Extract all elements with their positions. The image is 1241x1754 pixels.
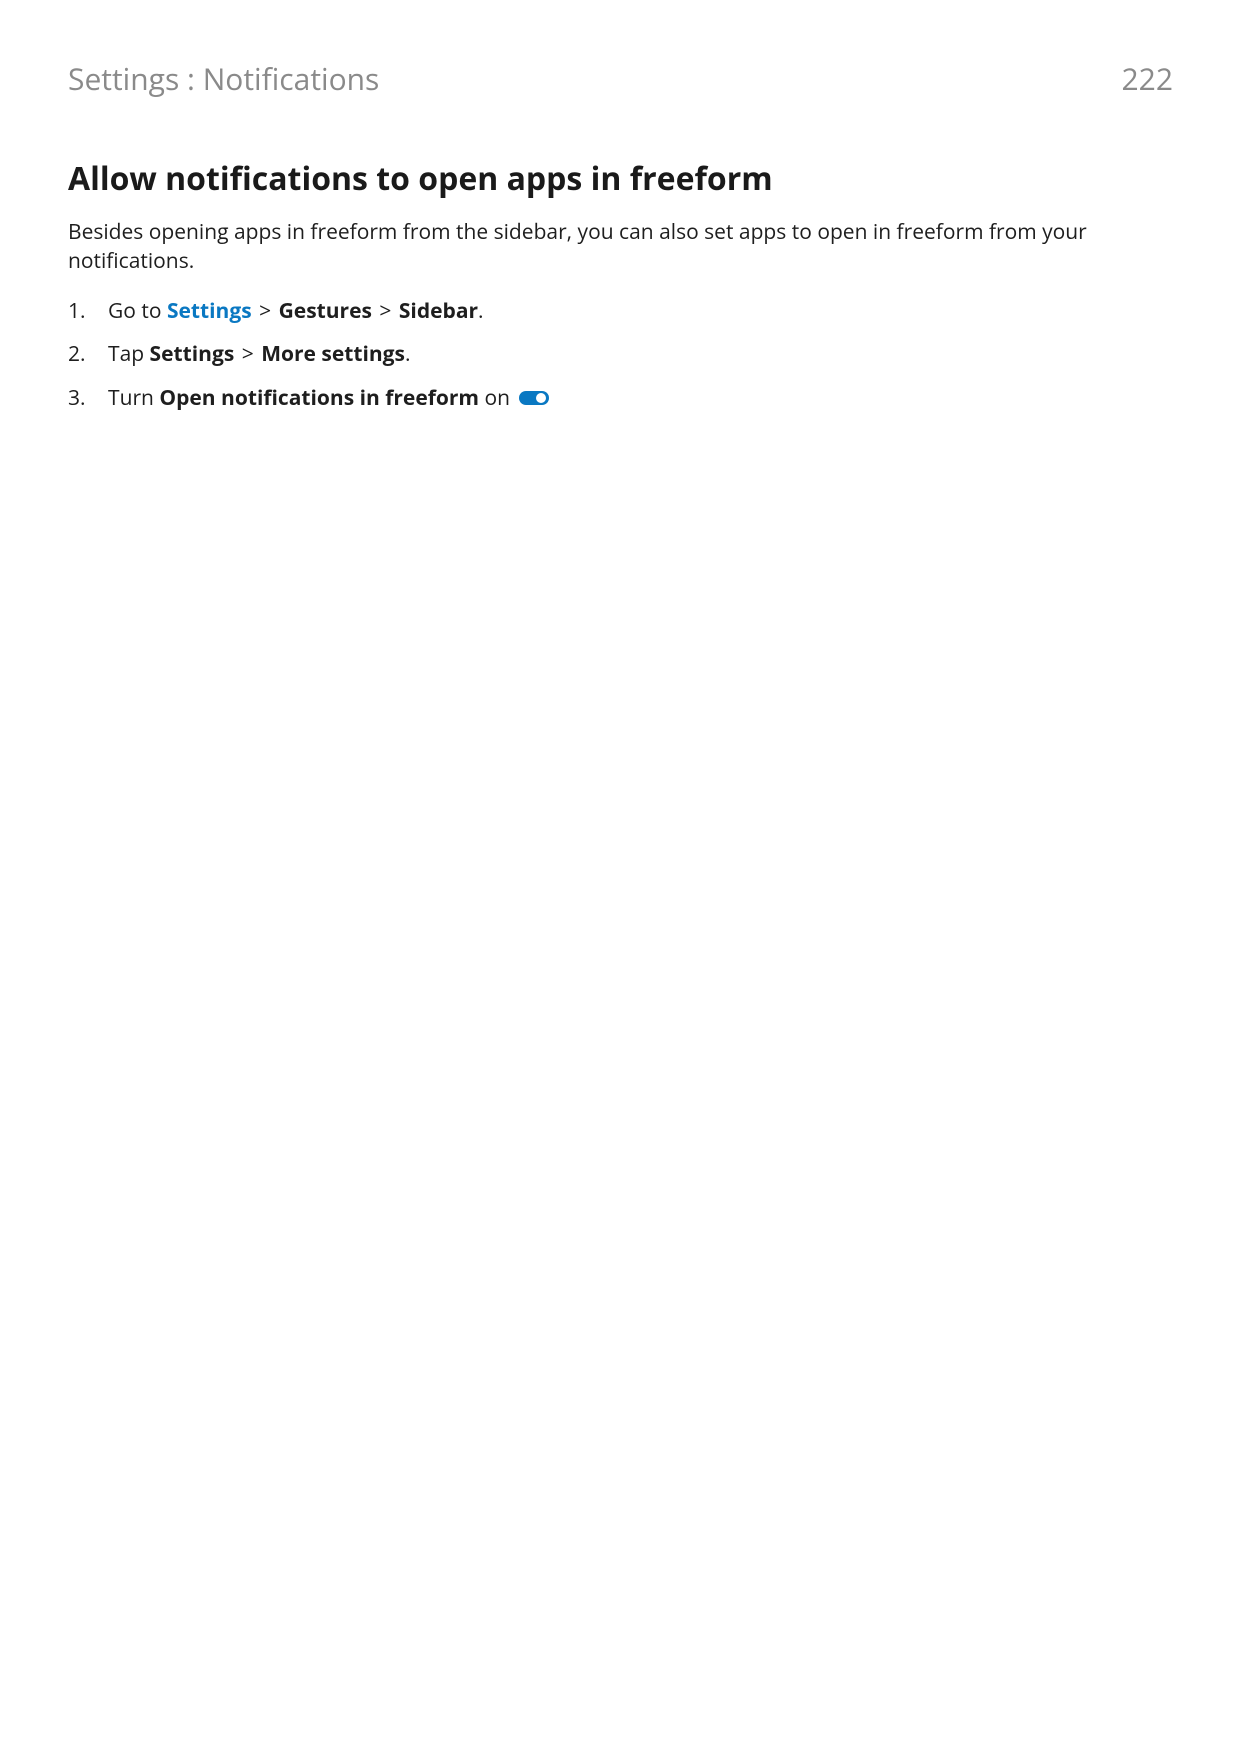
steps-list: Go to Settings > Gestures > Sidebar. Tap… xyxy=(68,297,1173,413)
step-text: Go to xyxy=(108,297,167,325)
path-segment-settings: Settings xyxy=(150,340,235,368)
breadcrumb-separator: > xyxy=(374,297,397,325)
step-text: . xyxy=(478,297,484,325)
breadcrumb-separator: > xyxy=(236,340,259,368)
page-header: Settings : Notifications 222 xyxy=(68,58,1173,99)
document-page: Settings : Notifications 222 Allow notif… xyxy=(0,0,1241,1754)
step-text: on xyxy=(479,384,515,412)
settings-link[interactable]: Settings xyxy=(167,297,252,325)
section-heading: Allow notifications to open apps in free… xyxy=(68,157,1173,200)
setting-name-open-notifications: Open notifications in freeform xyxy=(159,384,479,412)
step-text: Turn xyxy=(108,384,159,412)
breadcrumb: Settings : Notifications xyxy=(68,58,379,99)
step-item: Turn Open notifications in freeform on xyxy=(104,384,1173,413)
breadcrumb-separator: > xyxy=(254,297,277,325)
step-text: Tap xyxy=(108,340,150,368)
toggle-on-icon xyxy=(519,390,549,406)
step-item: Go to Settings > Gestures > Sidebar. xyxy=(104,297,1173,326)
path-segment-gestures: Gestures xyxy=(279,297,372,325)
intro-paragraph: Besides opening apps in freeform from th… xyxy=(68,218,1173,277)
path-segment-sidebar: Sidebar xyxy=(399,297,478,325)
path-segment-more-settings: More settings xyxy=(261,340,405,368)
step-item: Tap Settings > More settings. xyxy=(104,340,1173,369)
step-text: . xyxy=(405,340,411,368)
page-number: 222 xyxy=(1122,58,1173,99)
